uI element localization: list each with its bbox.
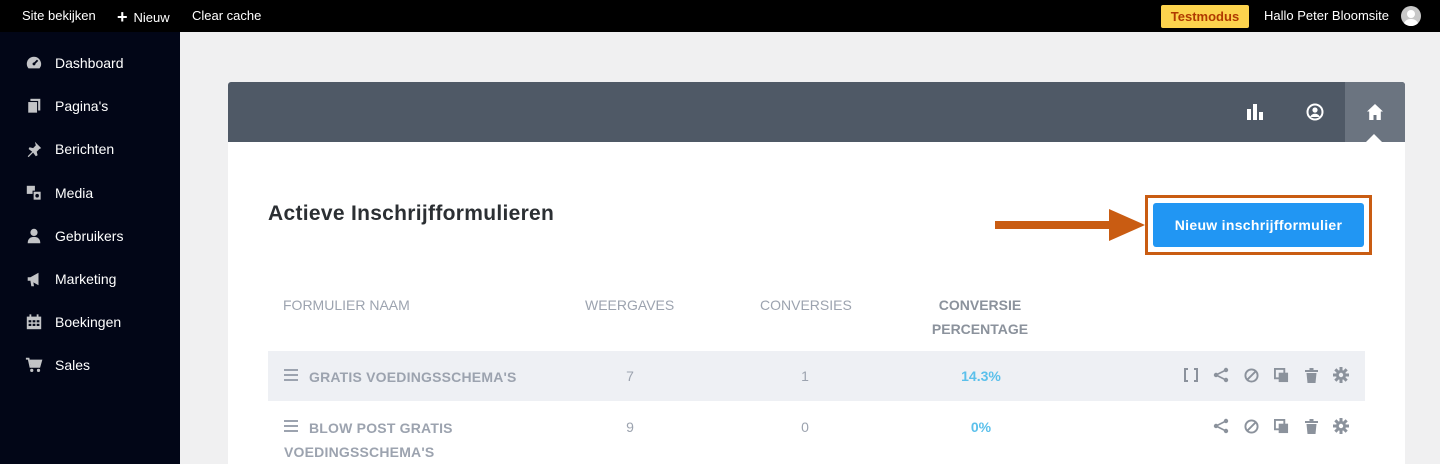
trash-icon[interactable] <box>1302 417 1320 435</box>
form-conversions: 0 <box>801 419 809 435</box>
column-header-conversions: CONVERSIES <box>760 297 852 313</box>
new-label: Nieuw <box>133 10 170 25</box>
sidebar-item-marketing[interactable]: Marketing <box>0 259 180 299</box>
clear-cache-link[interactable]: Clear cache <box>192 0 261 32</box>
table-row[interactable]: GRATIS VOEDINGSSCHEMA'S 7 1 14.3% <box>268 351 1365 401</box>
avatar[interactable] <box>1401 6 1421 26</box>
column-header-rate-line2: PERCENTAGE <box>931 321 1029 337</box>
sidebar-item-label: Gebruikers <box>55 228 124 244</box>
pages-icon <box>24 96 44 116</box>
sidebar-item-label: Sales <box>55 357 91 373</box>
sidebar-item-pages[interactable]: Pagina's <box>0 86 180 126</box>
site-view-link[interactable]: Site bekijken <box>22 0 96 32</box>
embed-icon[interactable] <box>1182 366 1200 384</box>
sidebar-item-bookings[interactable]: Boekingen <box>0 302 180 342</box>
form-rate: 14.3% <box>961 368 1001 384</box>
cart-icon <box>24 355 44 375</box>
plus-icon: + <box>117 7 128 27</box>
new-form-button[interactable]: Nieuw inschrijfformulier <box>1153 203 1364 247</box>
column-header-rate-line1: CONVERSIE <box>938 297 1022 313</box>
form-name: GRATIS VOEDINGSSCHEMA'S <box>309 369 517 385</box>
form-views: 7 <box>626 368 634 384</box>
bar-chart-icon <box>1247 104 1263 120</box>
table-row[interactable]: BLOW POST GRATIS VOEDINGSSCHEMA'S 9 0 0% <box>268 402 1365 464</box>
form-conversions: 1 <box>801 368 809 384</box>
column-header-views: WEERGAVES <box>585 297 675 313</box>
pin-icon <box>24 139 44 159</box>
form-rate: 0% <box>970 419 992 435</box>
sidebar-item-label: Dashboard <box>55 55 124 71</box>
media-icon <box>24 183 44 203</box>
sidebar-item-sales[interactable]: Sales <box>0 345 180 385</box>
sidebar-item-label: Pagina's <box>55 98 109 114</box>
stats-button[interactable] <box>1225 82 1285 142</box>
user-greeting[interactable]: Hallo Peter Bloomsite <box>1264 0 1389 32</box>
sidebar-item-media[interactable]: Media <box>0 173 180 213</box>
page-title: Actieve Inschrijfformulieren <box>268 202 555 225</box>
sidebar: Dashboard Pagina's Berichten Media Gebru… <box>0 32 180 464</box>
account-button[interactable] <box>1285 82 1345 142</box>
form-views: 9 <box>626 419 634 435</box>
calendar-icon <box>24 312 44 332</box>
forms-panel: Actieve Inschrijfformulieren Nieuw insch… <box>228 82 1405 464</box>
sidebar-item-dashboard[interactable]: Dashboard <box>0 43 180 83</box>
drag-handle-icon[interactable] <box>284 369 298 384</box>
sidebar-item-label: Boekingen <box>55 314 122 330</box>
test-mode-badge[interactable]: Testmodus <box>1161 5 1249 28</box>
home-icon <box>1367 104 1383 120</box>
active-tab-caret <box>1365 134 1383 143</box>
disable-icon[interactable] <box>1242 366 1260 384</box>
trash-icon[interactable] <box>1302 366 1320 384</box>
sidebar-item-label: Marketing <box>55 271 117 287</box>
form-name: BLOW POST GRATIS <box>309 420 453 436</box>
form-name-continued: VOEDINGSSCHEMA'S <box>284 444 435 460</box>
column-header-name: FORMULIER NAAM <box>283 297 410 313</box>
new-form-button-highlight: Nieuw inschrijfformulier <box>1145 195 1372 255</box>
drag-handle-icon[interactable] <box>284 420 298 435</box>
column-header-rate: CONVERSIE PERCENTAGE <box>925 293 1035 341</box>
admin-bar: Site bekijken + Nieuw Clear cache Testmod… <box>0 0 1440 32</box>
gear-icon[interactable] <box>1332 417 1350 435</box>
new-link[interactable]: + Nieuw <box>117 0 170 32</box>
sidebar-item-posts[interactable]: Berichten <box>0 129 180 169</box>
dashboard-icon <box>24 53 44 73</box>
home-button[interactable] <box>1345 82 1405 142</box>
arrow-right-icon <box>995 209 1145 241</box>
duplicate-icon[interactable] <box>1272 417 1290 435</box>
sidebar-item-label: Media <box>55 185 94 201</box>
user-icon <box>24 226 44 246</box>
share-icon[interactable] <box>1212 366 1230 384</box>
gear-icon[interactable] <box>1332 366 1350 384</box>
disable-icon[interactable] <box>1242 417 1260 435</box>
megaphone-icon <box>24 269 44 289</box>
panel-toolbar <box>228 82 1405 142</box>
share-icon[interactable] <box>1212 417 1230 435</box>
user-circle-icon <box>1306 103 1324 121</box>
sidebar-item-users[interactable]: Gebruikers <box>0 216 180 256</box>
sidebar-item-label: Berichten <box>55 141 115 157</box>
duplicate-icon[interactable] <box>1272 366 1290 384</box>
